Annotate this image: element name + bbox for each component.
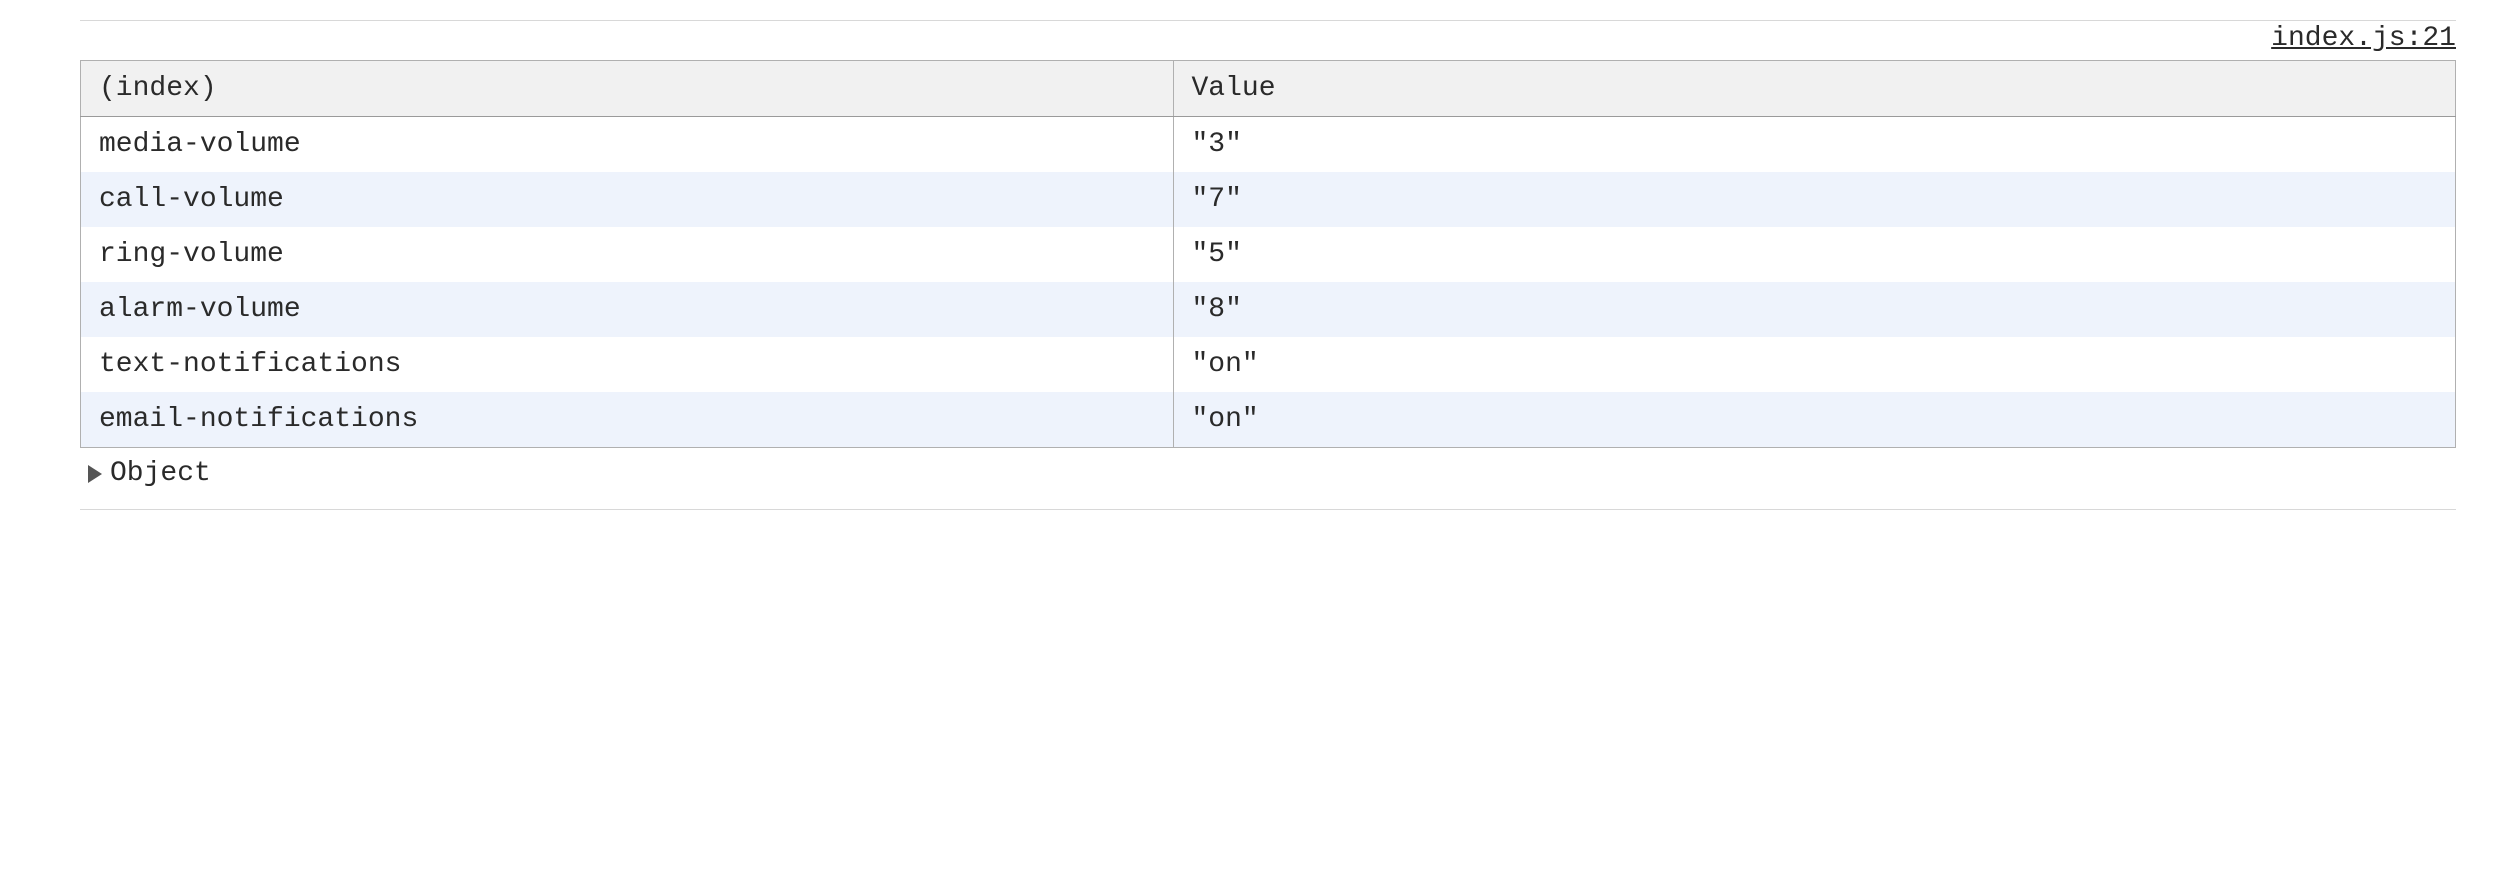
table-row[interactable]: alarm-volume "8"	[81, 282, 2456, 337]
cell-index: call-volume	[81, 172, 1174, 227]
cell-value: "on"	[1173, 337, 2456, 392]
cell-index: alarm-volume	[81, 282, 1174, 337]
cell-value: "5"	[1173, 227, 2456, 282]
cell-index: text-notifications	[81, 337, 1174, 392]
cell-index: ring-volume	[81, 227, 1174, 282]
console-table: (index) Value media-volume "3" call-volu…	[80, 60, 2456, 448]
column-header-index[interactable]: (index)	[81, 61, 1174, 117]
table-row[interactable]: media-volume "3"	[81, 117, 2456, 173]
cell-index: email-notifications	[81, 392, 1174, 448]
cell-value: "8"	[1173, 282, 2456, 337]
cell-value: "3"	[1173, 117, 2456, 173]
expand-triangle-icon[interactable]	[88, 465, 102, 483]
cell-value: "7"	[1173, 172, 2456, 227]
console-entry: index.js:21 (index) Value media-volume "…	[80, 20, 2456, 510]
object-label: Object	[110, 458, 211, 489]
table-row[interactable]: text-notifications "on"	[81, 337, 2456, 392]
object-expander[interactable]: Object	[80, 448, 2456, 489]
table-header-row: (index) Value	[81, 61, 2456, 117]
column-header-value[interactable]: Value	[1173, 61, 2456, 117]
table-row[interactable]: ring-volume "5"	[81, 227, 2456, 282]
source-link-row: index.js:21	[80, 23, 2456, 60]
table-row[interactable]: email-notifications "on"	[81, 392, 2456, 448]
cell-value: "on"	[1173, 392, 2456, 448]
table-row[interactable]: call-volume "7"	[81, 172, 2456, 227]
cell-index: media-volume	[81, 117, 1174, 173]
source-link[interactable]: index.js:21	[2271, 23, 2456, 54]
